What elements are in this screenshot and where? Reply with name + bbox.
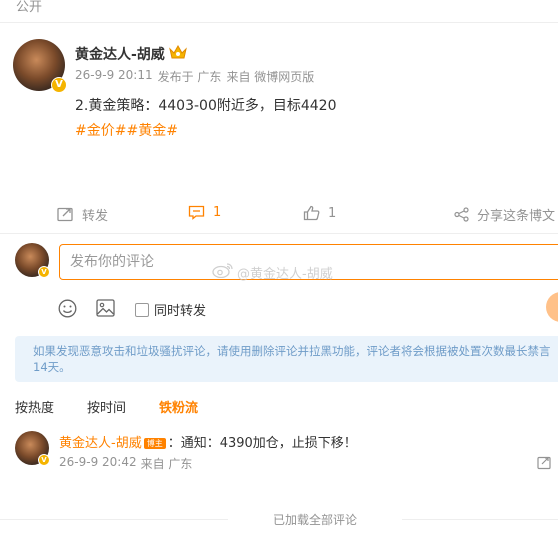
crown-icon <box>168 44 187 64</box>
image-icon <box>96 299 115 321</box>
repost-label: 转发 <box>82 209 109 224</box>
comment-date: 26-9-9 20:42 <box>59 455 137 469</box>
post-author-name[interactable]: 黄金达人-胡威 <box>75 44 165 64</box>
like-count: 1 <box>328 205 337 221</box>
blogger-tag: 博主 <box>143 438 166 449</box>
moderation-notice: 如果发现恶意攻击和垃圾骚扰评论，请使用删除评论并拉黑功能，评论者将会根据被处置次… <box>15 336 558 382</box>
verified-badge-icon: V <box>51 77 67 93</box>
post-location: 发布于 广东 <box>157 70 222 84</box>
post-date[interactable]: 26-9-9 20:11 <box>75 68 153 85</box>
commenter-avatar[interactable]: V <box>15 431 50 466</box>
emoji-icon <box>58 299 77 322</box>
author-avatar[interactable]: V <box>13 39 67 93</box>
comment-location: 来自 广东 <box>140 457 193 471</box>
share-button[interactable]: 分享这条博文 <box>454 205 555 224</box>
tab-by-hot[interactable]: 按热度 <box>15 397 54 416</box>
footer-divider-left <box>0 519 228 520</box>
thumbs-up-icon <box>303 205 320 221</box>
comment-input[interactable] <box>60 245 558 279</box>
like-button[interactable]: 1 <box>303 205 336 221</box>
share-label: 分享这条博文 <box>477 209 556 224</box>
comment-body: 黄金达人-胡威 博主 ：通知：4390加仓，止损下移！ <box>59 432 357 451</box>
comment-repost-button[interactable] <box>537 455 552 474</box>
repost-toggle[interactable]: 同时转发 <box>135 300 206 319</box>
comment-input-box[interactable] <box>59 244 558 280</box>
repost-button[interactable]: 转发 <box>57 205 108 224</box>
comment-text: ：通知：4390加仓，止损下移！ <box>167 436 357 451</box>
repost-icon <box>57 207 74 222</box>
comment-icon <box>188 205 205 220</box>
post-text: 2.黄金策略：4403-00附近多，目标4420 <box>75 98 337 114</box>
tab-iron-fans[interactable]: 铁粉流 <box>159 397 198 416</box>
footer-divider-right <box>402 519 558 520</box>
all-comments-loaded: 已加载全部评论 <box>272 513 357 527</box>
verified-badge-icon: V <box>38 454 50 466</box>
post-hashtags[interactable]: #金价##黄金# <box>75 120 178 140</box>
my-avatar[interactable]: V <box>15 243 50 278</box>
visibility-label: 公开 <box>16 0 43 15</box>
submit-comment-button[interactable] <box>546 292 558 322</box>
post-source: 来自 微博网页版 <box>226 70 315 84</box>
repost-checkbox[interactable] <box>135 302 149 317</box>
comment-button[interactable]: 1 <box>188 205 221 220</box>
actions-divider <box>0 233 558 234</box>
image-button[interactable] <box>96 299 115 321</box>
tab-by-time[interactable]: 按时间 <box>87 397 126 416</box>
share-icon <box>454 207 469 222</box>
repost-icon <box>537 455 552 474</box>
header-divider <box>0 22 558 23</box>
comment-count: 1 <box>213 205 222 220</box>
verified-badge-icon: V <box>38 266 50 278</box>
commenter-name[interactable]: 黄金达人-胡威 <box>59 436 142 451</box>
repost-toggle-label: 同时转发 <box>154 304 207 319</box>
emoji-button[interactable] <box>58 299 77 322</box>
